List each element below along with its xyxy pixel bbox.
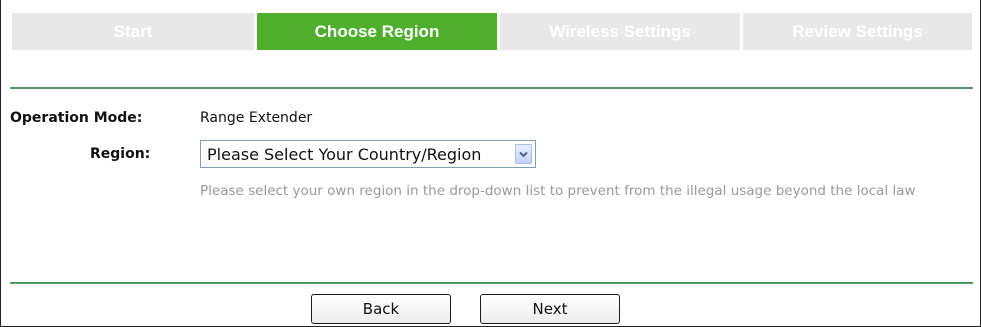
operation-mode-label: Operation Mode: [10, 110, 143, 126]
tab-choose-region: Choose Region [257, 13, 497, 50]
back-button[interactable]: Back [311, 294, 451, 324]
chevron-down-icon[interactable] [515, 144, 532, 164]
wizard-steps: Start Choose Region Wireless Settings Re… [12, 13, 972, 50]
region-label: Region: [90, 146, 151, 162]
tab-start: Start [12, 13, 254, 50]
bottom-divider [10, 282, 973, 284]
top-divider [10, 87, 973, 89]
wizard-frame: Start Choose Region Wireless Settings Re… [0, 0, 981, 327]
tab-review-settings: Review Settings [743, 13, 972, 50]
tab-wireless-settings: Wireless Settings [500, 13, 740, 50]
operation-mode-value: Range Extender [200, 110, 313, 126]
next-button[interactable]: Next [480, 294, 620, 324]
region-select-value: Please Select Your Country/Region [207, 144, 482, 164]
region-select[interactable]: Please Select Your Country/Region [200, 140, 536, 168]
region-hint: Please select your own region in the dro… [200, 183, 916, 199]
